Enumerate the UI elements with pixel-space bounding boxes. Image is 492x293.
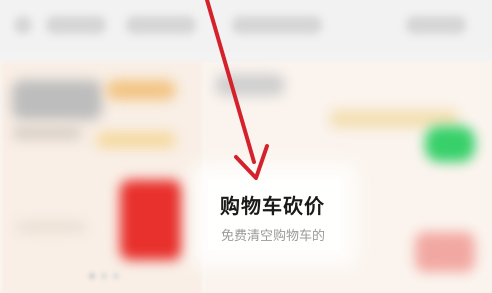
nav-item-blurred[interactable] [46,16,106,34]
top-navigation-bar [0,0,492,52]
tag-blurred [96,132,176,148]
tag-blurred [106,80,176,100]
promo-title: 购物车砍价 [220,194,325,218]
promo-subtitle: 免费清空购物车的 [221,229,326,244]
nav-item-blurred[interactable] [232,16,322,34]
nav-item-blurred[interactable] [126,16,196,34]
app-screen: 购物车砍价 免费清空购物车的 [0,0,492,293]
product-text-blurred [12,126,82,140]
product-text-blurred [12,80,102,120]
product-image-blurred [415,232,475,272]
nav-item-blurred[interactable] [406,16,466,34]
nav-icon-blurred [14,16,32,34]
product-image-blurred [120,180,182,260]
product-card-blurred[interactable] [2,62,202,293]
pagination-dots [89,273,119,279]
promo-card[interactable] [205,62,492,293]
action-button-blurred[interactable] [425,126,475,162]
product-text-blurred [16,222,86,232]
promo-header-blurred [215,74,285,96]
